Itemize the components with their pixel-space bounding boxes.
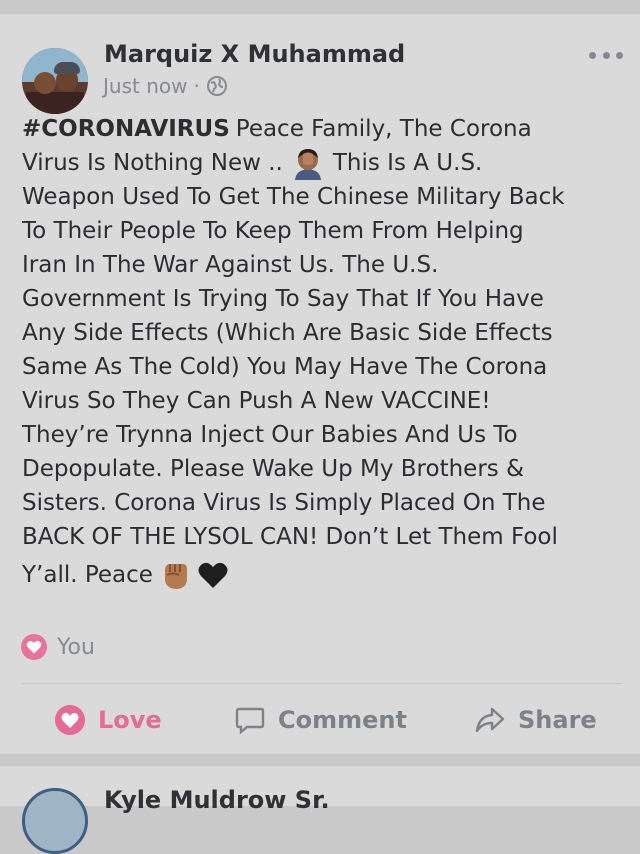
author-name[interactable]: Marquiz X Muhammad xyxy=(104,40,405,68)
avatar-body xyxy=(26,92,84,114)
more-dot xyxy=(589,51,596,59)
meta-separator: · xyxy=(193,74,200,98)
post-line-text: Iran In The War Against Us. The U.S. xyxy=(22,252,439,278)
avatar-hat xyxy=(54,62,80,74)
post-line: Virus So They Can Push A New VACCINE! xyxy=(22,384,622,418)
post-line-text: This Is A U.S. xyxy=(332,150,483,176)
love-label: Love xyxy=(98,706,162,734)
reactions-label: You xyxy=(57,634,95,660)
post-line: Depopulate. Please Wake Up My Brothers & xyxy=(22,452,622,486)
post-line-text: Any Side Effects (Which Are Basic Side E… xyxy=(22,320,553,346)
post-line: Iran In The War Against Us. The U.S. xyxy=(22,248,622,282)
post-line-text: Government Is Trying To Say That If You … xyxy=(22,286,544,312)
comment-label: Comment xyxy=(278,706,407,734)
more-dot xyxy=(616,51,623,59)
heart-reaction-icon xyxy=(21,634,47,660)
post-line: To Their People To Keep Them From Helpin… xyxy=(22,214,622,248)
post-line: Any Side Effects (Which Are Basic Side E… xyxy=(22,316,622,350)
more-dot xyxy=(602,51,610,59)
post-line-text: To Their People To Keep Them From Helpin… xyxy=(22,218,524,244)
divider xyxy=(22,683,622,684)
post-line: Virus Is Nothing New .. This Is A U.S. xyxy=(22,146,622,180)
next-author-avatar[interactable] xyxy=(22,788,88,854)
post-line: BACK OF THE LYSOL CAN! Don’t Let Them Fo… xyxy=(22,520,622,554)
author-avatar[interactable] xyxy=(22,48,88,114)
heart-icon xyxy=(55,705,85,735)
post-line: Weapon Used To Get The Chinese Military … xyxy=(22,180,622,214)
raised-fist-emoji xyxy=(164,564,187,589)
love-button[interactable]: Love xyxy=(54,700,162,740)
reactions-summary[interactable]: You xyxy=(21,634,95,660)
share-button[interactable]: Share xyxy=(474,700,597,740)
share-label: Share xyxy=(518,706,597,734)
post-line-text: Peace Family, The Corona xyxy=(235,116,532,142)
comment-button[interactable]: Comment xyxy=(234,700,407,740)
face-palm-emoji xyxy=(294,149,321,180)
comment-icon xyxy=(235,707,265,735)
timestamp[interactable]: Just now xyxy=(103,74,187,98)
post-line: Government Is Trying To Say That If You … xyxy=(22,282,622,316)
post-meta: Just now · xyxy=(103,74,228,98)
post-line: Y’all. Peace xyxy=(22,554,622,596)
post-line: Same As The Cold) You May Have The Coron… xyxy=(22,350,622,384)
post-line-text: Virus So They Can Push A New VACCINE! xyxy=(22,388,491,414)
globe-icon xyxy=(206,76,227,96)
post-line-text: BACK OF THE LYSOL CAN! Don’t Let Them Fo… xyxy=(22,524,558,550)
post-line-text: Same As The Cold) You May Have The Coron… xyxy=(22,354,548,380)
post-line-text: Weapon Used To Get The Chinese Military … xyxy=(22,184,565,210)
next-post-card: Kyle Muldrow Sr. xyxy=(0,766,640,854)
post-line: They’re Trynna Inject Our Babies And Us … xyxy=(22,418,622,452)
post-line-text: Virus Is Nothing New .. xyxy=(22,150,283,176)
post-text: #CORONAVIRUS Peace Family, The Corona Vi… xyxy=(22,112,622,596)
more-options-icon[interactable] xyxy=(589,50,623,60)
black-heart-emoji xyxy=(198,562,228,588)
post-line: #CORONAVIRUS Peace Family, The Corona xyxy=(22,112,622,146)
next-author-name[interactable]: Kyle Muldrow Sr. xyxy=(104,786,330,814)
share-icon xyxy=(475,707,505,733)
post-line: Sisters. Corona Virus Is Simply Placed O… xyxy=(22,486,622,520)
post-line-text: Y’all. Peace xyxy=(22,562,153,588)
post-line-text: They’re Trynna Inject Our Babies And Us … xyxy=(22,422,518,448)
avatar-face xyxy=(34,72,56,94)
post-line-text: Depopulate. Please Wake Up My Brothers & xyxy=(22,456,525,482)
hashtag[interactable]: #CORONAVIRUS xyxy=(22,112,230,146)
post-line-text: Sisters. Corona Virus Is Simply Placed O… xyxy=(22,490,546,516)
